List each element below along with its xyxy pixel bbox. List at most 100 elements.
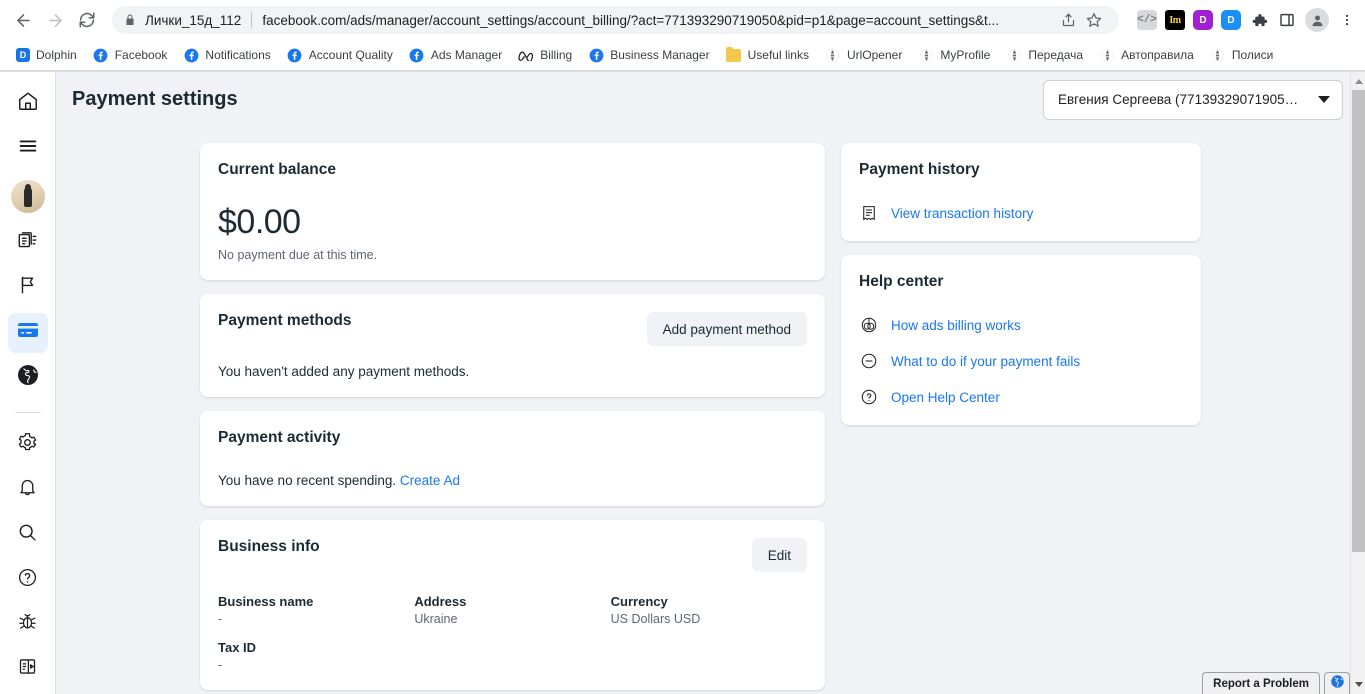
add-payment-method-button[interactable]: Add payment method [646,312,807,346]
bookmark-urlopener[interactable]: UrlOpener [817,43,910,67]
bookmark-notifications[interactable]: Notifications [175,43,278,67]
rail-divider [14,412,41,414]
share-icon[interactable] [1055,7,1081,33]
bookmarks-bar: D Dolphin Facebook Notifications Account… [0,40,1365,71]
payment-history-header: Payment history [859,161,1183,187]
left-navigation-rail [0,72,56,694]
scroll-up-arrow[interactable] [1351,73,1365,90]
copy-list-icon [17,230,39,257]
code-extension-icon[interactable]: </> [1137,10,1157,30]
bookmark-ads-manager[interactable]: Ads Manager [401,43,510,67]
extension-toolbar: </> Im D D [1127,8,1357,32]
currency-column: Currency US Dollars USD [611,594,807,672]
bookmark-billing[interactable]: Billing [510,43,580,67]
back-button[interactable] [8,5,38,35]
home-icon [17,90,39,117]
bookmark-avtopravila[interactable]: Автоправила [1091,43,1202,67]
sidebar-item-collapse-panel[interactable] [8,649,48,689]
sidebar-item-report-bug[interactable] [8,604,48,644]
sidebar-item-account-avatar[interactable] [10,179,45,214]
sidebar-item-pages[interactable] [8,268,48,308]
sidebar-item-notifications[interactable] [8,470,48,510]
bookmark-facebook[interactable]: Facebook [85,43,176,67]
sidebar-item-global-settings[interactable] [8,358,48,398]
report-problem-button[interactable]: Report a Problem [1202,672,1320,694]
view-transaction-history-link[interactable]: View transaction history [891,206,1033,221]
credit-card-icon [16,318,40,347]
payment-activity-title: Payment activity [218,429,341,446]
payment-activity-card: Payment activity You have no recent spen… [200,411,825,506]
report-globe-button[interactable] [1324,672,1350,694]
browser-menu-icon[interactable] [1337,10,1357,30]
primary-column: Current balance $0.00 No payment due at … [200,143,825,694]
url-text: facebook.com/ads/manager/account_setting… [262,12,999,28]
sidebar-item-billing[interactable] [7,312,48,353]
address-value: Ukraine [414,612,458,626]
bookmark-dolphin[interactable]: D Dolphin [8,44,85,66]
account-selector[interactable]: Евгения Сергеева (77139329071905… [1043,79,1343,120]
business-name-value: - [218,612,223,626]
address-bar[interactable]: Лички_15д_112 facebook.com/ads/manager/a… [112,6,1119,34]
scrollbar-thumb[interactable] [1352,90,1365,552]
edit-business-info-button[interactable]: Edit [751,538,807,572]
globe-icon [1006,47,1022,63]
gear-icon [17,432,38,458]
payment-fails-link[interactable]: What to do if your payment fails [891,354,1080,369]
lock-icon [124,13,136,27]
profile-avatar-icon[interactable] [1305,8,1329,32]
scroll-area: Current balance $0.00 No payment due at … [56,127,1365,694]
bookmark-label: Dolphin [36,48,77,62]
forward-button[interactable] [40,5,70,35]
globe-icon [825,47,841,63]
sidebar-item-help[interactable] [8,560,48,600]
question-circle-icon [17,567,38,593]
payment-fails-row[interactable]: What to do if your payment fails [859,351,1183,371]
bookmark-peredacha[interactable]: Передача [998,43,1091,67]
account-selector-label: Евгения Сергеева (77139329071905… [1058,92,1299,107]
bookmark-account-quality[interactable]: Account Quality [279,43,401,67]
how-ads-billing-works-row[interactable]: How ads billing works [859,315,1183,335]
sidebar-item-search[interactable] [8,515,48,555]
bookmark-label: Account Quality [308,48,393,62]
chevron-down-icon [1318,96,1330,103]
open-help-center-row[interactable]: Open Help Center [859,387,1183,407]
create-ad-link[interactable]: Create Ad [400,473,460,488]
dolphin-purple-extension-icon[interactable]: D [1193,10,1213,30]
bookmark-label: Facebook [114,48,168,62]
app-container: Payment settings Евгения Сергеева (77139… [0,72,1365,694]
payment-history-title: Payment history [859,161,980,178]
current-balance-header: Current balance [218,161,807,187]
bookmark-label: Useful links [747,48,809,62]
bookmark-myprofile[interactable]: MyProfile [910,43,998,67]
current-balance-card: Current balance $0.00 No payment due at … [200,143,825,280]
sidebar-item-settings[interactable] [8,425,48,465]
dolphin-blue-extension-icon[interactable]: D [1221,10,1241,30]
bookmark-polisi[interactable]: Полиси [1202,43,1281,67]
bookmark-business-manager[interactable]: Business Manager [580,43,717,67]
open-help-center-link[interactable]: Open Help Center [891,390,1000,405]
im-extension-icon[interactable]: Im [1165,10,1185,30]
star-icon[interactable] [1081,7,1107,33]
payment-methods-header: Payment methods Add payment method [218,312,807,346]
puzzle-extensions-icon[interactable] [1249,10,1269,30]
bookmark-label: Полиси [1231,48,1274,62]
facebook-icon [588,47,604,63]
how-ads-billing-works-link[interactable]: How ads billing works [891,318,1021,333]
bookmark-label: Business Manager [610,48,710,62]
omnibox-divider [251,12,253,28]
bookmark-useful-links[interactable]: Useful links [718,43,817,67]
globe-icon [16,363,40,392]
view-transaction-history-row[interactable]: View transaction history [859,203,1183,223]
main-content: Payment settings Евгения Сергеева (77139… [56,72,1365,694]
page-scrollbar[interactable] [1350,72,1365,694]
sidebar-item-menu[interactable] [8,129,48,169]
sidebar-item-home[interactable] [8,84,48,124]
content-columns: Current balance $0.00 No payment due at … [56,127,1365,694]
side-panel-icon[interactable] [1277,10,1297,30]
payment-activity-text: You have no recent spending. [218,473,397,488]
scroll-down-arrow[interactable] [1351,676,1365,693]
bookmark-label: Передача [1028,48,1084,62]
sidebar-item-campaigns[interactable] [8,223,48,263]
business-info-card: Business info Edit Business name - Tax I… [200,520,825,690]
reload-button[interactable] [72,5,102,35]
